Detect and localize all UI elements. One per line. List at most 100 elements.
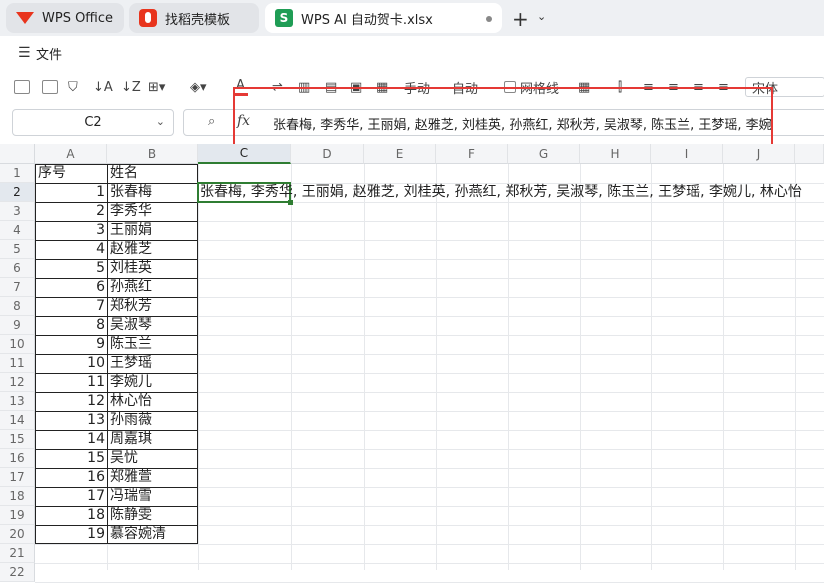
row-header[interactable]: 15 xyxy=(0,430,35,449)
cell-name[interactable]: 孙雨薇 xyxy=(108,411,198,430)
cell-name[interactable]: 李秀华 xyxy=(108,202,198,221)
menu-hamburger-icon[interactable]: ☰ xyxy=(18,45,31,61)
cell-name[interactable]: 吴忧 xyxy=(108,449,198,468)
tab-active-spreadsheet[interactable]: S WPS AI 自动贺卡.xlsx xyxy=(265,3,502,33)
cell-c2[interactable]: 张春梅, 李秀华, 王丽娟, 赵雅芝, 刘桂英, 孙燕红, 郑秋芳, 吴淑琴, … xyxy=(200,183,802,202)
cell-serial-number[interactable]: 9 xyxy=(35,335,107,354)
column-header[interactable]: B xyxy=(107,144,198,164)
column-header[interactable]: C xyxy=(198,144,291,164)
cell-name[interactable]: 周嘉琪 xyxy=(108,430,198,449)
cell-name[interactable]: 王丽娟 xyxy=(108,221,198,240)
column-header[interactable]: H xyxy=(580,144,651,164)
column-header[interactable]: F xyxy=(436,144,508,164)
cell-name[interactable]: 郑雅萱 xyxy=(108,468,198,487)
table-row-border xyxy=(35,335,198,336)
row-header[interactable]: 3 xyxy=(0,202,35,221)
new-tab-plus-icon[interactable]: + xyxy=(512,7,529,31)
row-header[interactable]: 1 xyxy=(0,164,35,183)
cell-name[interactable]: 慕容婉清 xyxy=(108,525,198,544)
cell-name[interactable]: 张春梅 xyxy=(108,183,198,202)
borders-icon[interactable]: ⊞▾ xyxy=(148,78,165,96)
cell-serial-number[interactable]: 16 xyxy=(35,468,107,487)
row-header[interactable]: 6 xyxy=(0,259,35,278)
row-header[interactable]: 19 xyxy=(0,506,35,525)
column-header[interactable]: J xyxy=(723,144,795,164)
table-row-border xyxy=(35,468,198,469)
sort-descending-icon[interactable]: ↓Z xyxy=(121,78,141,96)
row-header[interactable]: 18 xyxy=(0,487,35,506)
cell-name[interactable]: 吴淑琴 xyxy=(108,316,198,335)
name-box[interactable]: C2 ⌄ xyxy=(12,109,174,136)
tab-wps-office[interactable]: WPS Office xyxy=(6,3,124,33)
cell-serial-number[interactable]: 3 xyxy=(35,221,107,240)
cell-name[interactable]: 冯瑞雪 xyxy=(108,487,198,506)
column-header[interactable]: D xyxy=(291,144,364,164)
cell-serial-number[interactable]: 7 xyxy=(35,297,107,316)
cell-name[interactable]: 陈玉兰 xyxy=(108,335,198,354)
cell-serial-number[interactable]: 18 xyxy=(35,506,107,525)
cell-serial-number[interactable]: 5 xyxy=(35,259,107,278)
row-header[interactable]: 22 xyxy=(0,563,35,582)
row-header[interactable]: 5 xyxy=(0,240,35,259)
sort-ascending-icon[interactable]: ↓A xyxy=(93,78,113,96)
cell-serial-number[interactable]: 11 xyxy=(35,373,107,392)
cell-name[interactable]: 王梦瑶 xyxy=(108,354,198,373)
cell-serial-number[interactable]: 6 xyxy=(35,278,107,297)
cell-serial-number[interactable]: 8 xyxy=(35,316,107,335)
cell-name[interactable]: 陈静雯 xyxy=(108,506,198,525)
chevron-down-icon[interactable]: ⌄ xyxy=(156,115,165,128)
select-all-corner[interactable] xyxy=(0,144,35,164)
column-header-overflow[interactable] xyxy=(795,144,824,164)
header-cell-b1[interactable]: 姓名 xyxy=(108,164,198,183)
row-header[interactable]: 11 xyxy=(0,354,35,373)
tab-docer-templates[interactable]: 找稻壳模板 xyxy=(129,3,259,33)
row-header[interactable]: 9 xyxy=(0,316,35,335)
tab-list-chevron-down-icon[interactable]: ⌄ xyxy=(537,10,546,23)
row-header[interactable]: 12 xyxy=(0,373,35,392)
grid-column-line xyxy=(508,164,509,570)
row-header[interactable]: 7 xyxy=(0,278,35,297)
row-header[interactable]: 17 xyxy=(0,468,35,487)
column-header[interactable]: A xyxy=(35,144,107,164)
cell-serial-number[interactable]: 13 xyxy=(35,411,107,430)
table-row-border xyxy=(35,430,198,431)
column-header[interactable]: I xyxy=(651,144,723,164)
cell-serial-number[interactable]: 14 xyxy=(35,430,107,449)
table-row-border xyxy=(35,373,198,374)
column-header[interactable]: G xyxy=(508,144,580,164)
cell-serial-number[interactable]: 1 xyxy=(35,183,107,202)
row-header[interactable]: 8 xyxy=(0,297,35,316)
cell-serial-number[interactable]: 4 xyxy=(35,240,107,259)
cell-name[interactable]: 赵雅芝 xyxy=(108,240,198,259)
row-header[interactable]: 2 xyxy=(0,183,35,202)
cell-serial-number[interactable]: 12 xyxy=(35,392,107,411)
cell-name[interactable]: 李婉儿 xyxy=(108,373,198,392)
row-header[interactable]: 14 xyxy=(0,411,35,430)
fill-color-icon[interactable]: ◈▾ xyxy=(190,78,207,96)
cell-name[interactable]: 刘桂英 xyxy=(108,259,198,278)
table-row-border xyxy=(35,202,198,203)
cell-serial-number[interactable]: 15 xyxy=(35,449,107,468)
cell-name[interactable]: 郑秋芳 xyxy=(108,297,198,316)
row-header[interactable]: 20 xyxy=(0,525,35,544)
format-icon[interactable] xyxy=(42,78,58,96)
filter-icon[interactable]: ⛉ xyxy=(68,78,78,96)
cell-serial-number[interactable]: 2 xyxy=(35,202,107,221)
row-header[interactable]: 13 xyxy=(0,392,35,411)
paste-format-icon[interactable] xyxy=(14,78,30,96)
tab-close-icon[interactable] xyxy=(486,16,492,22)
row-header[interactable]: 16 xyxy=(0,449,35,468)
row-header[interactable]: 10 xyxy=(0,335,35,354)
cell-serial-number[interactable]: 10 xyxy=(35,354,107,373)
tab-label: 找稻壳模板 xyxy=(165,12,231,28)
row-header[interactable]: 21 xyxy=(0,544,35,563)
cell-serial-number[interactable]: 17 xyxy=(35,487,107,506)
row-header[interactable]: 4 xyxy=(0,221,35,240)
grid-column-line xyxy=(795,164,796,570)
cell-name[interactable]: 孙燕红 xyxy=(108,278,198,297)
file-menu[interactable]: 文件 xyxy=(36,44,62,63)
cell-name[interactable]: 林心怡 xyxy=(108,392,198,411)
search-icon[interactable]: ⌕ xyxy=(208,114,215,129)
column-header[interactable]: E xyxy=(364,144,436,164)
cell-serial-number[interactable]: 19 xyxy=(35,525,107,544)
